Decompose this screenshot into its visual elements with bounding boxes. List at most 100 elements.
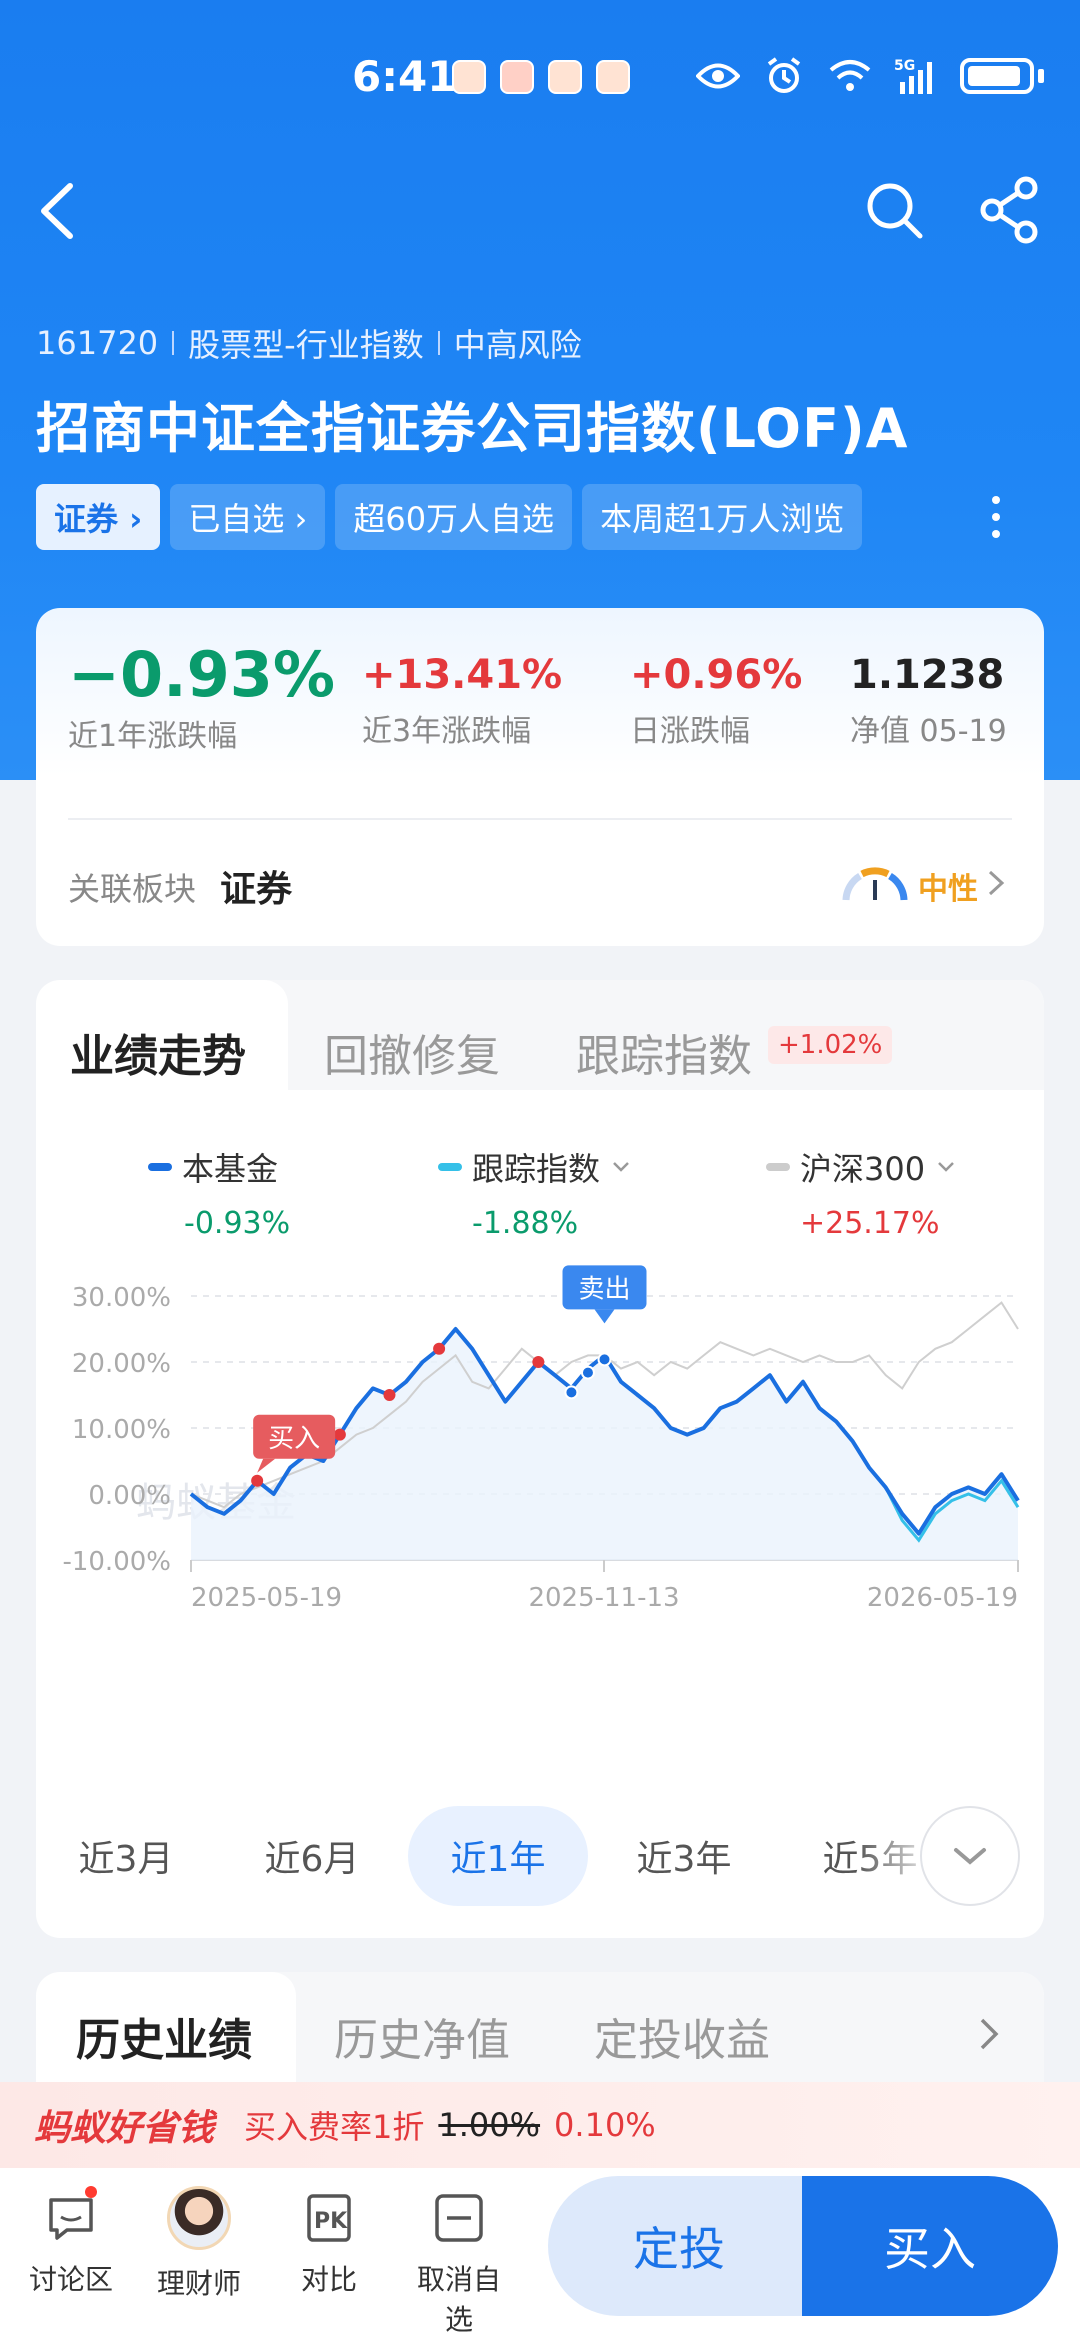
tab-tracking-index[interactable]: 跟踪指数	[576, 1020, 752, 1084]
fund-risk: 中高风险	[453, 326, 582, 364]
legend-index[interactable]: 跟踪指数	[438, 1144, 632, 1190]
chat-icon	[43, 2186, 99, 2246]
sector-name[interactable]: 证券	[220, 860, 292, 912]
metric-1y: −0.93% 近1年涨跌幅	[68, 638, 335, 755]
x-tick-label: 2026-05-19	[867, 1583, 1018, 1613]
alarm-icon	[762, 56, 806, 96]
legend-fund[interactable]: 本基金	[148, 1144, 278, 1190]
legend-hs300-value: +25.17%	[800, 1206, 940, 1241]
tab-drawdown[interactable]: 回撤修复	[324, 1020, 500, 1084]
battery-tip	[1038, 69, 1044, 83]
legend-hs300[interactable]: 沪深300	[766, 1144, 957, 1190]
unwatch-button[interactable]: 取消自选	[404, 2190, 514, 2338]
chevron-right-icon[interactable]	[984, 866, 1008, 900]
fund-type: 股票型-行业指数	[188, 326, 424, 364]
discuss-label: 讨论区	[28, 2263, 113, 2296]
range-selector: 近3月 近6月 近1年 近3年 近5年	[36, 1806, 1044, 1906]
range-3m[interactable]: 近3月	[36, 1806, 216, 1906]
legend-fund-value: -0.93%	[184, 1206, 291, 1241]
discuss-button[interactable]: 讨论区	[16, 2186, 126, 2298]
legend-fund-name: 本基金	[182, 1150, 279, 1188]
legend-swatch	[148, 1163, 172, 1171]
fund-chips: 证券 › 已自选 › 超60万人自选 本周超1万人浏览	[36, 484, 863, 550]
promo-brand: 蚂蚁好省钱	[34, 2108, 215, 2149]
compare-label: 对比	[300, 2263, 357, 2296]
chart-card: 业绩走势 回撤修复 跟踪指数 +1.02% 本基金 -0.93% 跟踪指数 -1…	[36, 980, 1044, 1938]
x-tick-label: 2025-11-13	[528, 1583, 679, 1613]
battery-icon	[960, 58, 1034, 94]
meta-divider	[172, 331, 175, 355]
tracking-badge: +1.02%	[768, 1026, 893, 1064]
sell-marker	[597, 1352, 612, 1367]
sell-tag-label: 卖出	[578, 1274, 630, 1304]
sip-button[interactable]: 定投	[548, 2176, 810, 2316]
tab-sip-returns[interactable]: 定投收益	[594, 2004, 770, 2068]
sector-label: 关联板块	[68, 870, 197, 908]
legend-swatch	[766, 1163, 790, 1171]
metric-nav-label: 净值 05-19	[850, 714, 1007, 749]
store-app-icon	[500, 60, 534, 94]
sector-chip[interactable]: 证券 ›	[36, 484, 161, 550]
promo-text: 买入费率1折	[244, 2108, 425, 2146]
buy-marker	[251, 1474, 264, 1487]
advisor-avatar	[167, 2186, 231, 2250]
range-3y[interactable]: 近3年	[594, 1806, 774, 1906]
tab-history-performance[interactable]: 历史业绩	[76, 2004, 252, 2068]
wifi-icon	[828, 56, 872, 96]
x-tick-label: 2025-05-19	[191, 1583, 342, 1613]
metric-nav: 1.1238 净值 05-19	[850, 652, 1007, 750]
fee-promo-banner[interactable]: 蚂蚁好省钱 买入费率1折 1.00% 0.10%	[0, 2082, 1080, 2168]
buy-marker	[532, 1356, 545, 1368]
performance-chart[interactable]: 蚂蚁基金 30.00%20.00%10.00%0.00%-10.00%2025-…	[36, 1260, 1044, 1720]
legend-index-name: 跟踪指数	[472, 1150, 601, 1188]
meta-divider	[437, 331, 440, 355]
chevron-down-icon	[938, 1162, 954, 1172]
compare-button[interactable]: PK 对比	[274, 2190, 384, 2298]
sentiment-gauge-icon	[840, 864, 910, 904]
system-icons: 5G	[696, 56, 1044, 96]
range-6m[interactable]: 近6月	[222, 1806, 402, 1906]
advisor-button[interactable]: 理财师	[144, 2186, 254, 2302]
back-button[interactable]	[30, 176, 90, 246]
tab-performance[interactable]: 业绩走势	[70, 1020, 246, 1084]
metric-1y-value: −0.93%	[68, 638, 336, 711]
y-tick-label: -10.00%	[62, 1547, 171, 1577]
sell-tag-pointer	[594, 1309, 615, 1324]
buy-button[interactable]: 买入	[802, 2176, 1058, 2316]
search-icon[interactable]	[862, 178, 926, 242]
metric-3y: +13.41% 近3年涨跌幅	[362, 652, 562, 750]
sell-marker	[580, 1365, 595, 1380]
unwatch-label: 取消自选	[416, 2263, 501, 2336]
metric-day: +0.96% 日涨跌幅	[630, 652, 802, 750]
y-tick-label: 0.00%	[88, 1481, 171, 1511]
metric-day-label: 日涨跌幅	[630, 714, 750, 749]
metric-3y-label: 近3年涨跌幅	[362, 714, 532, 749]
sell-marker	[564, 1385, 579, 1400]
signal-icon: 5G	[894, 56, 938, 96]
share-icon[interactable]	[976, 174, 1046, 244]
advisor-label: 理财师	[156, 2267, 241, 2300]
metric-1y-label: 近1年涨跌幅	[68, 719, 238, 754]
chevron-right-icon[interactable]	[976, 2014, 1002, 2054]
divider	[68, 818, 1012, 820]
svg-text:5G: 5G	[894, 58, 915, 74]
fund-code: 161720	[36, 324, 159, 362]
more-icon[interactable]	[986, 492, 1006, 542]
sentiment-label[interactable]: 中性	[918, 864, 978, 908]
watchlist-chip[interactable]: 已自选 ›	[170, 484, 326, 550]
buy-marker	[383, 1389, 396, 1401]
book-app-icon	[452, 60, 486, 94]
book-app-icon	[548, 60, 582, 94]
range-1y[interactable]: 近1年	[408, 1806, 588, 1906]
minus-box-icon	[431, 2190, 487, 2246]
book-app-icon	[596, 60, 630, 94]
metric-nav-value: 1.1238	[850, 652, 1005, 698]
legend-index-value: -1.88%	[472, 1206, 579, 1241]
expand-ranges-button[interactable]	[920, 1806, 1020, 1906]
y-tick-label: 30.00%	[72, 1283, 171, 1313]
tab-history-nav[interactable]: 历史净值	[334, 2004, 510, 2068]
buy-tag-pointer	[257, 1458, 276, 1473]
notification-icons	[452, 60, 630, 94]
metric-3y-value: +13.41%	[362, 652, 563, 698]
buy-tag-label: 买入	[268, 1424, 320, 1454]
